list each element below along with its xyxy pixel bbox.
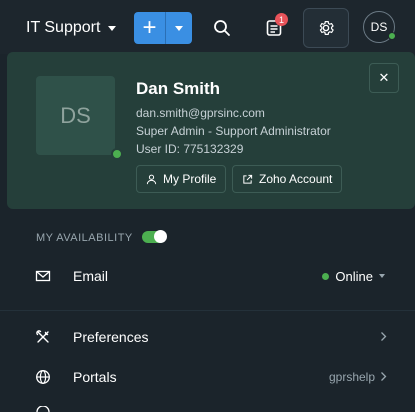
my-profile-label: My Profile	[163, 172, 217, 186]
search-button[interactable]	[204, 10, 240, 46]
availability-label: MY AVAILABILITY	[36, 232, 133, 244]
close-button[interactable]: ✕	[369, 63, 399, 93]
toggle-knob	[154, 230, 167, 243]
add-button-group: +	[134, 12, 192, 44]
close-icon: ✕	[378, 70, 390, 85]
tools-icon	[36, 330, 49, 343]
email-status-label: Online	[335, 268, 373, 284]
add-dropdown-button[interactable]	[166, 12, 192, 44]
zoho-account-button[interactable]: Zoho Account	[232, 165, 343, 193]
divider	[0, 310, 415, 311]
preferences-label: Preferences	[73, 329, 149, 345]
email-label: Email	[73, 268, 109, 284]
menu-item-portals[interactable]: Portals gprshelp	[0, 357, 415, 397]
online-status-dot	[322, 272, 330, 280]
zoho-account-label: Zoho Account	[259, 172, 333, 186]
portals-value: gprshelp	[328, 370, 375, 384]
profile-card: DS Dan Smith dan.smith@gprsinc.com Super…	[7, 52, 415, 209]
profile-avatar: DS	[36, 76, 123, 160]
gear-icon	[319, 21, 334, 35]
availability-toggle[interactable]	[142, 230, 167, 243]
chevron-right-icon	[381, 372, 387, 381]
profile-initials: DS	[60, 102, 91, 128]
menu-item-preferences[interactable]: Preferences	[0, 317, 415, 357]
profile-role: Super Admin - Support Administrator	[136, 124, 331, 138]
profile-email: dan.smith@gprsinc.com	[136, 106, 265, 120]
department-name: IT Support	[26, 19, 101, 36]
online-status-dot	[388, 32, 396, 40]
external-link-icon	[243, 174, 253, 184]
top-bar: IT Support + 1 DS	[0, 0, 415, 54]
chevron-down-icon	[175, 25, 183, 31]
menu-item-email[interactable]: Email Online	[0, 256, 415, 296]
user-icon	[146, 174, 157, 184]
avatar-initials: DS	[370, 20, 388, 34]
email-status-dropdown[interactable]: Online	[322, 269, 385, 284]
globe-icon	[36, 370, 50, 384]
chevron-down-icon	[108, 25, 117, 31]
chevron-right-icon	[381, 332, 387, 341]
chevron-down-icon	[379, 274, 385, 278]
department-switcher[interactable]: IT Support	[26, 18, 117, 38]
my-profile-button[interactable]: My Profile	[136, 165, 227, 193]
profile-user-id: User ID: 775132329	[136, 142, 244, 156]
portals-label: Portals	[73, 369, 117, 385]
search-icon	[214, 20, 230, 36]
mail-icon	[35, 270, 51, 282]
add-button[interactable]: +	[134, 12, 166, 44]
partial-menu-icon	[36, 406, 50, 412]
settings-button[interactable]	[303, 8, 349, 48]
notification-badge: 1	[275, 13, 288, 26]
online-status-dot	[111, 148, 123, 160]
profile-name: Dan Smith	[136, 79, 221, 98]
user-avatar-button[interactable]: DS	[363, 11, 396, 43]
